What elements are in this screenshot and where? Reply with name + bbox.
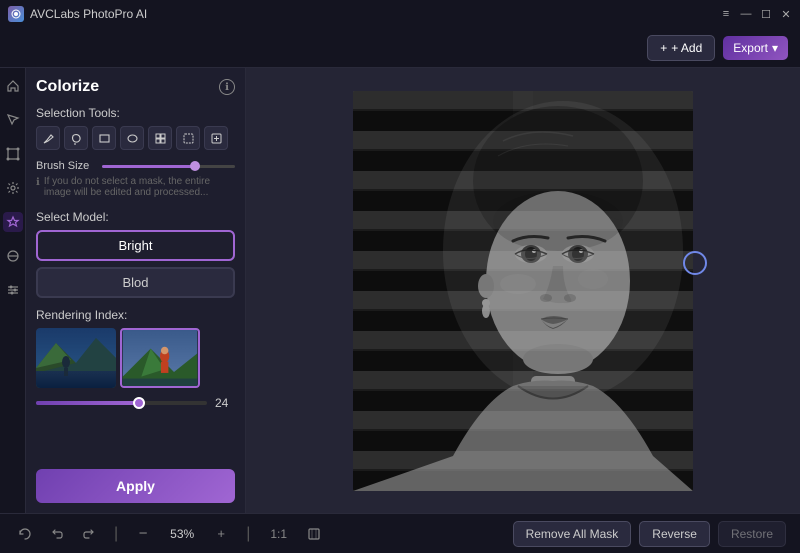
redo-button[interactable] [78, 523, 100, 545]
sidebar-item-effects[interactable] [3, 212, 23, 232]
preview-thumb-2[interactable] [120, 328, 200, 388]
rendering-fill [36, 401, 139, 405]
rendering-slider-row: 24 [36, 396, 235, 410]
rendering-value: 24 [215, 396, 235, 410]
minus-icon: − [139, 526, 148, 541]
main-image [353, 91, 693, 491]
rendering-track[interactable] [36, 401, 207, 405]
preview-thumb-1[interactable] [36, 328, 116, 388]
apply-button[interactable]: Apply [36, 469, 235, 503]
restore-button[interactable]: Restore [718, 521, 786, 547]
sidebar-title: Colorize [36, 78, 99, 96]
rendering-thumb [133, 397, 145, 409]
app-icon [8, 6, 24, 22]
titlebar-controls: ≡ — ☐ ✕ [720, 8, 792, 20]
canvas-area [246, 68, 800, 513]
reverse-button[interactable]: Reverse [639, 521, 710, 547]
circle-indicator [683, 251, 707, 275]
bottom-left-tools: | − 53% + | 1:1 [14, 523, 325, 545]
rendering-index-label: Rendering Index: [36, 308, 235, 322]
menu-btn[interactable]: ≡ [720, 8, 732, 20]
expand-button[interactable] [303, 523, 325, 545]
brush-size-label: Brush Size [36, 160, 96, 172]
rendering-previews [36, 328, 235, 388]
rendering-section: Rendering Index: [36, 308, 235, 424]
sidebar-header: Colorize ℹ [36, 78, 235, 96]
zoom-in-button[interactable]: + [210, 523, 232, 545]
app-title: AVCLabs PhotoPro AI [30, 7, 147, 21]
minimize-btn[interactable]: — [740, 8, 752, 20]
info-icon[interactable]: ℹ [219, 79, 235, 95]
export-button[interactable]: Export ▾ [723, 36, 788, 60]
sidebar-item-adjustments[interactable] [3, 280, 23, 300]
selection-tools-label: Selection Tools: [36, 106, 235, 120]
hint-text: ℹ If you do not select a mask, the entir… [36, 176, 235, 198]
maximize-btn[interactable]: ☐ [760, 8, 772, 20]
undo-button[interactable] [46, 523, 68, 545]
brush-size-row: Brush Size [36, 160, 235, 172]
zoom-value: 53% [164, 525, 200, 543]
tool-ellipse[interactable] [120, 126, 144, 150]
tool-cursor[interactable] [176, 126, 200, 150]
tool-rect[interactable] [92, 126, 116, 150]
export-label: Export [733, 41, 768, 55]
export-chevron-icon: ▾ [772, 41, 778, 55]
sidebar-item-transform[interactable] [3, 144, 23, 164]
tool-lasso[interactable] [64, 126, 88, 150]
ratio-label: 1:1 [264, 525, 293, 543]
zoom-out-button[interactable]: − [132, 523, 154, 545]
sidebar-item-home[interactable] [3, 76, 23, 96]
hint-content: If you do not select a mask, the entire … [44, 176, 235, 198]
brush-thumb [190, 161, 200, 171]
plus-icon: + [217, 526, 225, 541]
titlebar-left: AVCLabs PhotoPro AI [8, 6, 147, 22]
remove-mask-button[interactable]: Remove All Mask [513, 521, 632, 547]
model-bold-button[interactable]: Blod [36, 267, 235, 298]
selection-tools-row [36, 126, 235, 150]
bottom-right-tools: Remove All Mask Reverse Restore [513, 521, 786, 547]
main-layout: Colorize ℹ Selection Tools: [0, 68, 800, 513]
sidebar-item-mask[interactable] [3, 246, 23, 266]
titlebar: AVCLabs PhotoPro AI ≡ — ☐ ✕ [0, 0, 800, 28]
add-button[interactable]: + + Add [647, 35, 715, 61]
close-btn[interactable]: ✕ [780, 8, 792, 20]
tool-pen[interactable] [36, 126, 60, 150]
info-icon-symbol: ℹ [225, 82, 229, 93]
icon-bar [0, 68, 26, 513]
add-icon: + [660, 41, 667, 55]
image-container [353, 91, 693, 491]
brush-size-slider[interactable] [102, 165, 235, 168]
tool-grid[interactable] [148, 126, 172, 150]
select-model-label: Select Model: [36, 210, 235, 224]
sidebar-item-settings[interactable] [3, 178, 23, 198]
bottom-toolbar: | − 53% + | 1:1 Remove All Mask Reverse … [0, 513, 800, 553]
add-label: + Add [671, 41, 702, 55]
model-bright-button[interactable]: Bright [36, 230, 235, 261]
sidebar: Colorize ℹ Selection Tools: [26, 68, 246, 513]
topbar: + + Add Export ▾ [0, 28, 800, 68]
sidebar-item-select[interactable] [3, 110, 23, 130]
refresh-button[interactable] [14, 523, 36, 545]
tool-add[interactable] [204, 126, 228, 150]
hint-icon: ℹ [36, 177, 40, 188]
